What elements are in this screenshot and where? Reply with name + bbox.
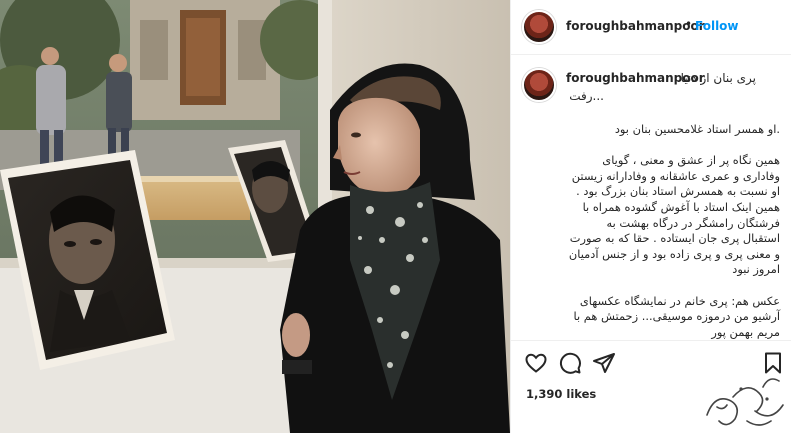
caption: foroughbahmanpoor پری بنان از دنیا ...رف…: [511, 56, 791, 340]
post-photo-illustration: [0, 0, 510, 433]
caption-paragraph: همین نگاه پر از عشق و معنی ، گویای وفادا…: [568, 153, 780, 277]
likes-count[interactable]: 1,390 likes: [526, 387, 596, 401]
post-actions: 1,390 likes: [511, 340, 791, 433]
caption-title-line-1: پری بنان از دنیا: [680, 71, 756, 85]
caption-body: .او همسر استاد غلامحسین بنان بود همین نگ…: [567, 122, 780, 340]
share-icon[interactable]: [592, 351, 616, 375]
watermark-logo: [706, 378, 784, 426]
username-link[interactable]: foroughbahmanpoor: [566, 19, 705, 33]
post-header: foroughbahmanpoor • Follow: [511, 0, 791, 55]
caption-avatar[interactable]: [522, 68, 556, 102]
comment-icon[interactable]: [558, 351, 582, 375]
post-side-panel: foroughbahmanpoor • Follow foroughbahman…: [510, 0, 791, 433]
follow-button[interactable]: Follow: [695, 19, 739, 33]
post-photo[interactable]: [0, 0, 510, 433]
caption-title-line-2: ...رفت: [569, 89, 604, 103]
caption-paragraph: .او همسر استاد غلامحسین بنان بود: [614, 122, 780, 136]
heart-icon[interactable]: [524, 351, 548, 375]
avatar[interactable]: [522, 10, 556, 44]
separator-dot: •: [685, 17, 693, 31]
caption-paragraph: عکس هم: پری خانم در نمایشگاه عکسهای آرشی…: [573, 293, 780, 339]
instagram-post: foroughbahmanpoor • Follow foroughbahman…: [0, 0, 791, 433]
